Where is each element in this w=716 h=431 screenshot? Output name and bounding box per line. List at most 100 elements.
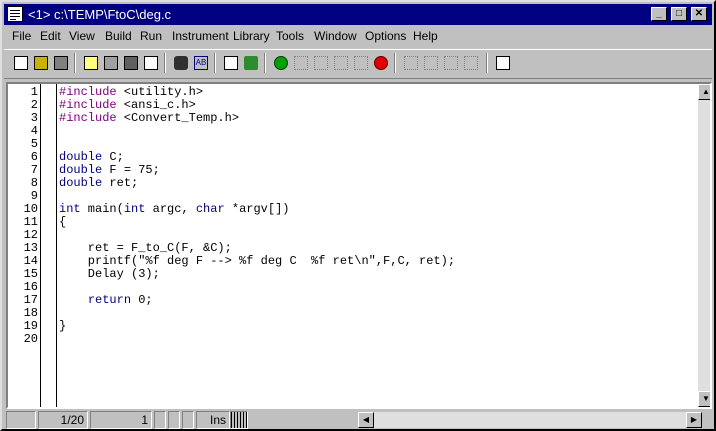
run-icon	[244, 56, 258, 70]
code-token: F = 75;	[102, 163, 160, 177]
column-number: 1	[90, 411, 152, 429]
code-token: ret;	[102, 176, 139, 190]
code-line[interactable]: #include <Convert_Temp.h>	[59, 112, 239, 125]
code-line[interactable]: int main(int argc, char *argv[])	[59, 203, 289, 216]
scroll-right-arrow-icon[interactable]: ▶	[686, 412, 702, 428]
include-file-icon	[84, 56, 98, 70]
target-icon	[124, 56, 138, 70]
code-line[interactable]: return 0;	[59, 294, 153, 307]
function-panel-button[interactable]	[494, 54, 512, 72]
scroll-left-arrow-icon[interactable]: ◀	[358, 412, 374, 428]
line-position: 1/20	[38, 411, 88, 429]
menu-file[interactable]: File	[12, 29, 31, 43]
vertical-scrollbar[interactable]: ▲ ▼	[698, 84, 710, 407]
menu-library[interactable]: Library	[233, 29, 270, 43]
code-token: *argv[])	[224, 202, 290, 216]
code-token: argc,	[145, 202, 196, 216]
insert-mode: Ins	[196, 411, 230, 429]
project-button[interactable]	[102, 54, 120, 72]
code-line[interactable]: }	[59, 320, 66, 333]
code-token: ret = F_to_C(F, &C);	[59, 241, 232, 255]
compile-icon	[224, 56, 238, 70]
code-token: double	[59, 176, 103, 190]
stop-icon	[374, 56, 388, 70]
find-replace-icon: AB	[194, 56, 208, 70]
menu-help[interactable]: Help	[413, 29, 438, 43]
trace-button[interactable]	[352, 54, 370, 72]
scroll-down-arrow-icon[interactable]: ▼	[698, 391, 710, 407]
uir-editor-icon	[144, 56, 158, 70]
function-panel-icon	[496, 56, 510, 70]
code-line[interactable]: {	[59, 216, 66, 229]
menu-window[interactable]: Window	[314, 29, 357, 43]
save-icon	[54, 56, 68, 70]
finish-function-icon	[334, 56, 348, 70]
minimize-button[interactable]: _	[651, 7, 667, 21]
window-title: <1> c:\TEMP\FtoC\deg.c	[28, 7, 172, 22]
compile-button[interactable]	[222, 54, 240, 72]
breakpoint-icon	[404, 56, 418, 70]
toolbar: AB	[4, 49, 712, 79]
memory-button[interactable]	[462, 54, 480, 72]
menu-build[interactable]: Build	[105, 29, 132, 43]
go-button[interactable]	[272, 54, 290, 72]
step-into-button[interactable]	[312, 54, 330, 72]
find-binoculars-icon	[174, 56, 188, 70]
scroll-up-arrow-icon[interactable]: ▲	[698, 84, 710, 100]
include-file-button[interactable]	[82, 54, 100, 72]
source-editor[interactable]: 1 #include <utility.h> 2 #include <ansi_c.h…	[6, 82, 712, 409]
code-token: }	[59, 319, 67, 333]
new-file-icon	[14, 56, 28, 70]
open-file-button[interactable]	[32, 54, 50, 72]
stop-button[interactable]	[372, 54, 390, 72]
source-window-icon[interactable]	[7, 6, 23, 22]
toolbar-separator	[74, 53, 76, 73]
code-token: #include	[59, 98, 117, 112]
gutter-divider	[56, 84, 57, 407]
menu-view[interactable]: View	[69, 29, 95, 43]
code-token: 0;	[131, 293, 153, 307]
status-spacer	[6, 411, 36, 429]
toolbar-separator	[486, 53, 488, 73]
close-button[interactable]: ✕	[691, 7, 707, 21]
find-button[interactable]	[172, 54, 190, 72]
code-line[interactable]: Delay (3);	[59, 268, 160, 281]
uir-editor-button[interactable]	[142, 54, 160, 72]
toolbar-separator	[164, 53, 166, 73]
variables-button[interactable]	[442, 54, 460, 72]
code-token: double	[59, 163, 103, 177]
editor-window: <1> c:\TEMP\FtoC\deg.c _ □ ✕ File Edit V…	[0, 0, 716, 431]
toolbar-separator	[394, 53, 396, 73]
code-token: #include	[59, 85, 117, 99]
breakpoint-button[interactable]	[402, 54, 420, 72]
run-button[interactable]	[242, 54, 260, 72]
menu-edit[interactable]: Edit	[40, 29, 61, 43]
status-bar: 1/20 1 Ins ◀ ▶	[6, 411, 712, 429]
code-line[interactable]: double ret;	[59, 177, 138, 190]
code-token: Delay (3);	[59, 267, 160, 281]
save-button[interactable]	[52, 54, 70, 72]
menu-options[interactable]: Options	[365, 29, 406, 43]
code-token: printf("%f deg F --> %f deg C %f ret\n",…	[59, 254, 456, 268]
code-token: <ansi_c.h>	[116, 98, 196, 112]
horizontal-scrollbar[interactable]: ◀ ▶	[358, 412, 702, 428]
watch-button[interactable]	[422, 54, 440, 72]
maximize-button[interactable]: □	[671, 7, 687, 21]
menu-tools[interactable]: Tools	[276, 29, 304, 43]
code-token: return	[87, 293, 132, 307]
code-token: int	[123, 202, 146, 216]
project-icon	[104, 56, 118, 70]
step-over-button[interactable]	[292, 54, 310, 72]
code-token: char	[195, 202, 225, 216]
code-token: main(	[80, 202, 124, 216]
new-file-button[interactable]	[12, 54, 30, 72]
trace-icon	[354, 56, 368, 70]
target-button[interactable]	[122, 54, 140, 72]
menu-run[interactable]: Run	[140, 29, 162, 43]
code-token: double	[59, 150, 103, 164]
finish-function-button[interactable]	[332, 54, 350, 72]
menu-instrument[interactable]: Instrument	[172, 29, 229, 43]
title-bar[interactable]: <1> c:\TEMP\FtoC\deg.c _ □ ✕	[4, 4, 712, 25]
find-replace-button[interactable]: AB	[192, 54, 210, 72]
